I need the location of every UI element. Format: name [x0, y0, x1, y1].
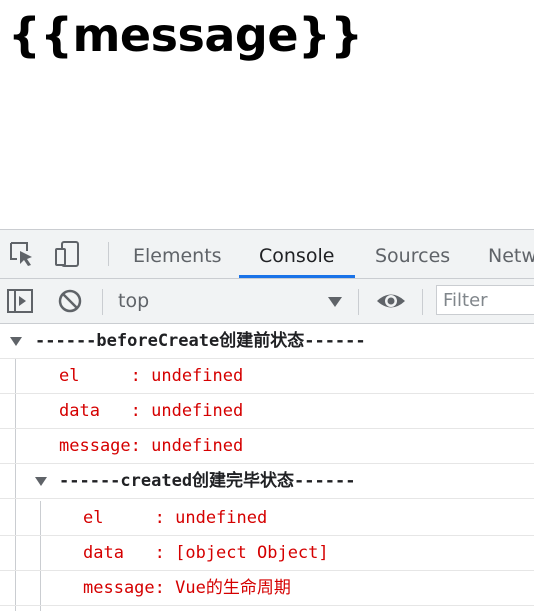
console-message: el : undefined	[0, 501, 534, 536]
log-text: data : [object Object]	[83, 543, 329, 563]
caret-down-icon[interactable]	[35, 477, 47, 486]
chevron-down-icon	[328, 297, 342, 307]
console-output: ------beforeCreate创建前状态------ el : undef…	[0, 324, 534, 611]
context-value: top	[118, 290, 150, 312]
tab-separator	[108, 242, 109, 266]
devtools-tabbar: Elements Console Sources Netw	[0, 230, 534, 279]
eye-icon[interactable]	[376, 287, 405, 315]
console-group-header[interactable]: ------beforeCreate创建前状态------	[0, 324, 534, 359]
console-toolbar: top	[0, 279, 534, 324]
group-title: ------beforeCreate创建前状态------	[35, 331, 366, 351]
console-message: message: Vue的生命周期	[0, 571, 534, 606]
sidebar-toggle-icon[interactable]	[6, 287, 34, 315]
filter-input[interactable]	[436, 285, 534, 315]
console-message: el : undefined	[0, 359, 534, 394]
toolbar-separator	[358, 289, 359, 315]
page-heading: {{message}}	[8, 8, 363, 62]
inspect-element-icon[interactable]	[8, 240, 36, 268]
log-text: message: undefined	[59, 436, 244, 456]
log-text: el : undefined	[83, 508, 268, 528]
console-message: message: undefined	[0, 429, 534, 464]
group-title: ------created创建完毕状态------	[59, 471, 356, 491]
tab-elements[interactable]: Elements	[133, 230, 222, 278]
caret-down-icon[interactable]	[10, 337, 22, 346]
log-text: message: Vue的生命周期	[83, 578, 291, 598]
devtools-panel: Elements Console Sources Netw top Filter…	[0, 229, 534, 611]
device-toggle-icon[interactable]	[54, 240, 82, 268]
toolbar-separator	[422, 289, 423, 315]
context-selector[interactable]: top	[108, 285, 348, 317]
console-message: data : [object Object]	[0, 536, 534, 571]
log-text: el : undefined	[59, 366, 244, 386]
tab-console[interactable]: Console	[259, 230, 334, 278]
console-group-header[interactable]: ------created创建完毕状态------	[0, 464, 534, 499]
active-tab-indicator	[239, 275, 355, 278]
log-text: data : undefined	[59, 401, 244, 421]
tab-sources[interactable]: Sources	[375, 230, 450, 278]
console-message: data : undefined	[0, 394, 534, 429]
clear-console-icon[interactable]	[56, 287, 84, 315]
toolbar-separator	[102, 289, 103, 315]
tab-network[interactable]: Netw	[488, 230, 534, 278]
